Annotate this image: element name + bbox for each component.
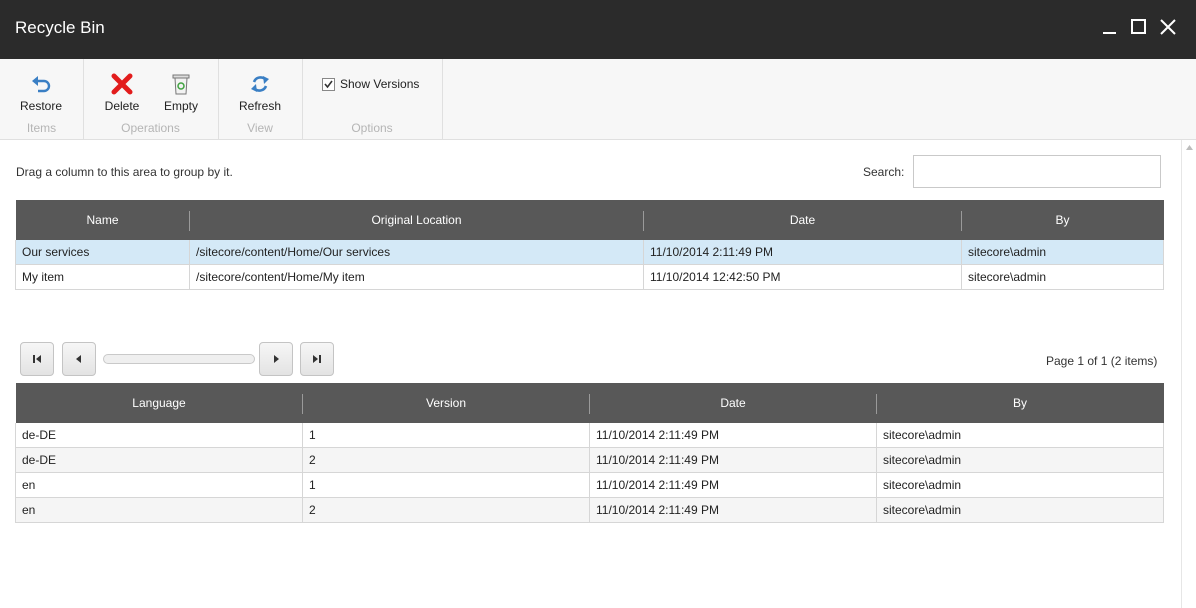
ribbon-group-items: Restore Items: [0, 59, 84, 139]
last-page-button[interactable]: [300, 342, 334, 376]
next-page-button[interactable]: [259, 342, 293, 376]
column-header-language[interactable]: Language: [15, 383, 303, 423]
ribbon-group-label: Items: [26, 121, 57, 135]
ribbon-group-options: Show Versions Options: [302, 59, 443, 139]
cell-by: sitecore\admin: [876, 447, 1164, 473]
refresh-label: Refresh: [238, 99, 282, 113]
ribbon-group-view: Refresh View: [218, 59, 303, 139]
cell-by: sitecore\admin: [961, 264, 1164, 290]
table-row[interactable]: de-DE 2 11/10/2014 2:11:49 PM sitecore\a…: [15, 447, 1164, 473]
items-table: Name Original Location Date By Our servi…: [15, 200, 1164, 290]
cell-original-location: /sitecore/content/Home/My item: [189, 264, 644, 290]
refresh-button[interactable]: Refresh: [232, 71, 288, 113]
close-button[interactable]: [1157, 16, 1179, 38]
ribbon-group-label: View: [247, 121, 273, 135]
cell-original-location: /sitecore/content/Home/Our services: [189, 240, 644, 265]
last-page-icon: [313, 355, 321, 363]
empty-button[interactable]: Empty: [153, 71, 209, 113]
cell-language: de-DE: [15, 423, 303, 448]
column-header-by[interactable]: By: [961, 200, 1164, 240]
delete-button[interactable]: Delete: [94, 71, 150, 113]
show-versions-label: Show Versions: [340, 77, 420, 91]
delete-label: Delete: [104, 99, 140, 113]
first-page-icon: [33, 355, 41, 363]
column-header-date[interactable]: Date: [589, 383, 877, 423]
cell-language: en: [15, 472, 303, 498]
table-row[interactable]: My item /sitecore/content/Home/My item 1…: [15, 264, 1164, 290]
previous-page-icon: [76, 355, 81, 363]
refresh-icon: [251, 76, 269, 92]
restore-label: Restore: [19, 99, 63, 113]
cell-date: 11/10/2014 2:11:49 PM: [589, 423, 877, 448]
empty-label: Empty: [163, 99, 198, 113]
ribbon-group-label: Options: [351, 121, 393, 135]
table-row[interactable]: de-DE 1 11/10/2014 2:11:49 PM sitecore\a…: [15, 423, 1164, 448]
cell-date: 11/10/2014 2:11:49 PM: [589, 472, 877, 498]
table-row[interactable]: en 1 11/10/2014 2:11:49 PM sitecore\admi…: [15, 472, 1164, 498]
ribbon-group-operations: Delete Empty Operations: [83, 59, 219, 139]
versions-table: Language Version Date By de-DE 1 11/10/2…: [15, 383, 1164, 523]
close-icon: [1160, 19, 1176, 35]
column-header-date[interactable]: Date: [643, 200, 962, 240]
cell-name: Our services: [15, 240, 190, 265]
cell-language: de-DE: [15, 447, 303, 473]
column-header-name[interactable]: Name: [15, 200, 190, 240]
table-row[interactable]: en 2 11/10/2014 2:11:49 PM sitecore\admi…: [15, 497, 1164, 523]
maximize-button[interactable]: [1128, 16, 1150, 38]
cell-version: 1: [302, 472, 590, 498]
cell-date: 11/10/2014 2:11:49 PM: [589, 447, 877, 473]
cell-by: sitecore\admin: [876, 497, 1164, 523]
column-header-version[interactable]: Version: [302, 383, 590, 423]
recycle-bin-icon: [172, 74, 190, 95]
content-area: Drag a column to this area to group by i…: [0, 140, 1180, 608]
scroll-up-icon[interactable]: [1182, 140, 1196, 155]
cell-date: 11/10/2014 2:11:49 PM: [589, 497, 877, 523]
cell-by: sitecore\admin: [876, 472, 1164, 498]
cell-version: 2: [302, 497, 590, 523]
checkmark-icon: [324, 80, 333, 88]
page-slider[interactable]: [103, 354, 255, 364]
restore-button[interactable]: Restore: [13, 71, 69, 113]
cell-name: My item: [15, 264, 190, 290]
minimize-icon: [1103, 32, 1116, 34]
cell-version: 2: [302, 447, 590, 473]
column-header-by[interactable]: By: [876, 383, 1164, 423]
page-info: Page 1 of 1 (2 items): [1046, 354, 1158, 368]
cell-language: en: [15, 497, 303, 523]
search-label: Search:: [863, 165, 905, 179]
first-page-button[interactable]: [20, 342, 54, 376]
ribbon-group-label: Operations: [121, 121, 180, 135]
column-header-original-location[interactable]: Original Location: [189, 200, 644, 240]
cell-by: sitecore\admin: [876, 423, 1164, 448]
cell-date: 11/10/2014 12:42:50 PM: [643, 264, 962, 290]
window-title: Recycle Bin: [15, 18, 105, 37]
group-by-hint: Drag a column to this area to group by i…: [16, 165, 233, 179]
next-page-icon: [274, 355, 279, 363]
cell-date: 11/10/2014 2:11:49 PM: [643, 240, 962, 265]
checkbox-box[interactable]: [322, 77, 335, 91]
cell-version: 1: [302, 423, 590, 448]
previous-page-button[interactable]: [62, 342, 96, 376]
delete-x-icon: [111, 73, 133, 95]
minimize-button[interactable]: [1099, 16, 1121, 38]
title-bar: Recycle Bin: [0, 0, 1196, 59]
cell-by: sitecore\admin: [961, 240, 1164, 265]
show-versions-checkbox[interactable]: Show Versions: [322, 77, 419, 91]
vertical-scrollbar[interactable]: [1181, 140, 1196, 608]
search-input[interactable]: [913, 155, 1161, 188]
table-row[interactable]: Our services /sitecore/content/Home/Our …: [15, 240, 1164, 265]
maximize-icon: [1131, 19, 1146, 34]
restore-icon: [32, 76, 51, 93]
ribbon-toolbar: Restore Items Delete Empty Operations Re…: [0, 59, 1196, 140]
